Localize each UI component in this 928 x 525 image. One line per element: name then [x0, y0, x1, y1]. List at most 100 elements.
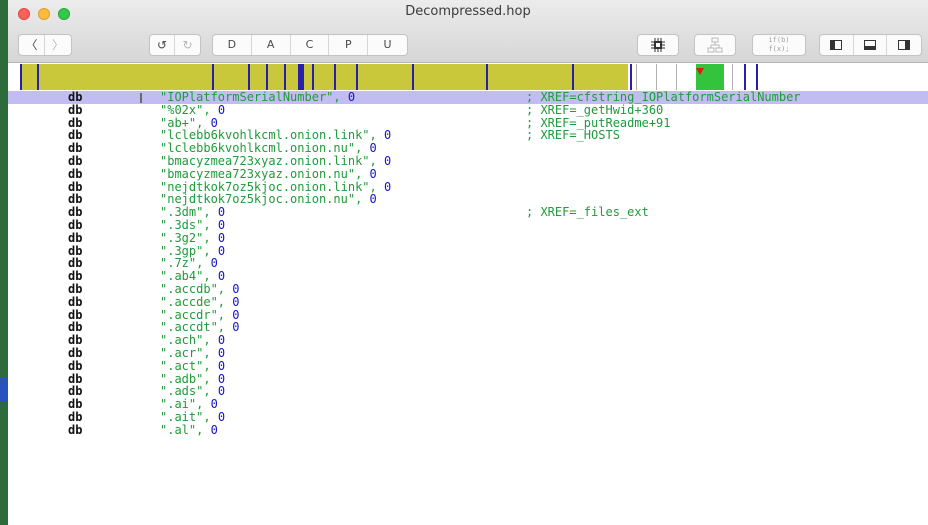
navbar-code-mark: [486, 64, 488, 90]
listing-row[interactable]: db ".3dm", 0; XREF=_files_ext: [8, 206, 928, 219]
type-button-group: D A C P U: [212, 34, 408, 56]
disassembly-listing[interactable]: db "IOPlatformSerialNumber", 0; XREF=cfst…: [8, 91, 928, 525]
navbar-gap-mark: [636, 64, 637, 90]
redo-button[interactable]: ↻: [175, 35, 200, 55]
listing-row[interactable]: db ".accdb", 0: [8, 281, 928, 296]
control-flow-graph-icon: [707, 37, 723, 53]
pseudo-code-button-group: if(b) f(x);: [752, 34, 806, 56]
listing-row[interactable]: db ".adb", 0: [8, 372, 928, 386]
mnemonic: db: [68, 409, 83, 424]
chevron-left-icon: 〈: [25, 38, 38, 52]
listing-row[interactable]: db ".ait", 0: [8, 409, 928, 424]
listing-row[interactable]: db "bmacyzmea723xyaz.onion.link", 0: [8, 153, 928, 168]
listing-row[interactable]: db "bmacyzmea723xyaz.onion.nu", 0: [8, 166, 928, 181]
listing-row[interactable]: db "ab+", 0; XREF=_putReadme+91: [8, 116, 928, 130]
assembly-view-button[interactable]: [638, 35, 678, 55]
null-terminator: 0: [217, 409, 226, 424]
ascii-type-button[interactable]: A: [252, 35, 291, 55]
xref-comment[interactable]: ; XREF=_files_ext: [526, 206, 649, 219]
toggle-left-pane-button[interactable]: [820, 35, 854, 55]
null-terminator: 0: [347, 90, 356, 104]
listing-row[interactable]: db ".7z", 0: [8, 257, 928, 270]
mnemonic: db: [68, 294, 83, 309]
xref-comment[interactable]: ; XREF=_getHwid+360: [526, 103, 663, 117]
navbar-code-block: [298, 64, 304, 90]
mnemonic: db: [68, 166, 83, 181]
data-type-button[interactable]: D: [213, 35, 252, 55]
listing-row[interactable]: db ".ai", 0: [8, 398, 928, 411]
null-terminator: 0: [383, 153, 392, 168]
app-window: Decompressed.hop 〈 〉 ↺ ↻ D A C P U if(b)…: [8, 0, 928, 525]
listing-row[interactable]: db ".accdr", 0: [8, 308, 928, 322]
navbar-code-mark: [630, 64, 632, 90]
navbar-code-mark: [572, 64, 574, 90]
operand-separator: ,: [355, 192, 370, 207]
null-terminator: 0: [217, 102, 226, 117]
mnemonic: db: [68, 358, 83, 373]
listing-row[interactable]: db ".acr", 0: [8, 345, 928, 360]
navbar-code-mark: [412, 64, 414, 90]
code-type-button[interactable]: C: [291, 35, 330, 55]
undo-button[interactable]: ↺: [150, 35, 176, 55]
listing-row[interactable]: db ".accde", 0: [8, 294, 928, 309]
mnemonic: db: [68, 281, 83, 296]
listing-row[interactable]: db ".ads", 0: [8, 385, 928, 398]
listing-row[interactable]: db ".ab4", 0: [8, 270, 928, 283]
navbar-code-mark: [284, 64, 286, 90]
navbar-gap-mark: [656, 64, 657, 90]
mnemonic: db: [68, 345, 83, 360]
pseudo-code-line-2: f(x);: [768, 45, 790, 53]
pseudo-code-line-1: if(b): [768, 36, 790, 44]
navbar-code-mark: [266, 64, 268, 90]
forward-button[interactable]: 〉: [45, 35, 71, 55]
null-terminator: 0: [217, 243, 226, 258]
navbar-code-mark: [212, 64, 214, 90]
string-literal: ".al": [160, 422, 197, 437]
listing-row[interactable]: db "lclebb6kvohlkcml.onion.nu", 0: [8, 142, 928, 155]
listing-row[interactable]: db ".3gp", 0: [8, 243, 928, 258]
listing-row[interactable]: db "nejdtkok7oz5kjoc.onion.nu", 0: [8, 193, 928, 206]
xref-comment[interactable]: ; XREF=_HOSTS: [526, 129, 620, 142]
redo-icon: ↻: [182, 38, 193, 52]
navbar-data-region: [20, 64, 628, 90]
current-position-marker-icon: [696, 68, 704, 75]
listing-row-selected[interactable]: db "IOPlatformSerialNumber", 0; XREF=cfst…: [8, 91, 928, 104]
assembly-view-button-group: [637, 34, 679, 56]
navigation-button-group: 〈 〉: [18, 34, 72, 56]
mnemonic: db: [68, 422, 83, 437]
navbar-code-mark: [356, 64, 358, 90]
pseudo-code-button[interactable]: if(b) f(x);: [753, 35, 805, 55]
pane-toggle-group: [819, 34, 922, 56]
operand-separator: ,: [333, 90, 348, 104]
navbar-code-mark: [312, 64, 314, 90]
undefined-type-button[interactable]: U: [368, 35, 407, 55]
listing-row[interactable]: db ".ach", 0: [8, 334, 928, 347]
listing-row[interactable]: db ".3g2", 0: [8, 231, 928, 245]
navbar-code-mark: [248, 64, 250, 90]
navbar-code-mark: [334, 64, 336, 90]
cpu-chip-icon: [651, 38, 665, 52]
null-terminator: 0: [210, 422, 218, 437]
segment-navigation-bar[interactable]: [16, 64, 928, 90]
navbar-gap-mark: [676, 64, 677, 90]
listing-row[interactable]: db ".3ds", 0: [8, 218, 928, 232]
procedure-type-button[interactable]: P: [329, 35, 369, 55]
null-terminator: 0: [217, 384, 226, 399]
mnemonic: db: [68, 102, 83, 117]
listing-row[interactable]: db "nejdtkok7oz5kjoc.onion.link", 0: [8, 180, 928, 194]
navbar-code-mark: [756, 64, 758, 90]
operand: ".al", 0: [160, 422, 218, 437]
back-button[interactable]: 〈: [19, 35, 46, 55]
listing-row[interactable]: db "%02x", 0; XREF=_getHwid+360: [8, 102, 928, 117]
navbar-code-mark: [20, 64, 22, 90]
navbar-code-mark: [744, 64, 746, 90]
cfg-view-button[interactable]: [695, 35, 735, 55]
listing-row[interactable]: db ".al", 0: [8, 422, 928, 437]
undo-icon: ↺: [156, 38, 168, 52]
listing-row[interactable]: db "lclebb6kvohlkcml.onion.link", 0; XREF…: [8, 129, 928, 142]
toggle-right-pane-button[interactable]: [887, 35, 921, 55]
title-bar: Decompressed.hop 〈 〉 ↺ ↻ D A C P U if(b)…: [8, 0, 928, 63]
listing-row[interactable]: db ".act", 0: [8, 358, 928, 373]
listing-row[interactable]: db ".accdt", 0: [8, 321, 928, 334]
toggle-bottom-pane-button[interactable]: [854, 35, 888, 55]
